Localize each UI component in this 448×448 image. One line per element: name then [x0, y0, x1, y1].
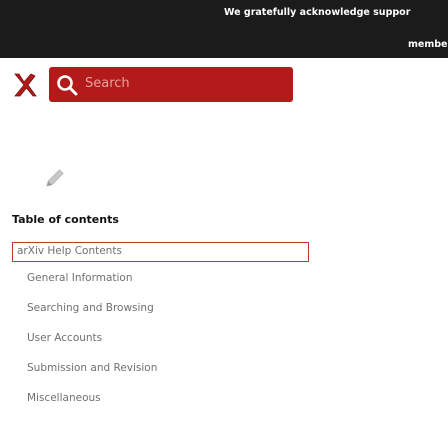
toc-root-link[interactable]: arXiv Help Contents [12, 242, 309, 262]
toc-item-miscellaneous[interactable]: Miscellaneous [27, 392, 101, 404]
arxiv-logo-icon[interactable] [11, 72, 37, 98]
top-banner: We gratefully acknowledge suppor member … [0, 0, 448, 58]
member-institutions-link[interactable]: member in [408, 39, 448, 50]
toc-item-user-accounts[interactable]: User Accounts [27, 332, 102, 344]
toc-item-general-information[interactable]: General Information [27, 272, 133, 284]
acknowledgement-text: We gratefully acknowledge suppor [224, 7, 411, 18]
toc-item-searching-and-browsing[interactable]: Searching and Browsing [27, 302, 154, 314]
toc-title: Table of contents [12, 213, 119, 226]
search-label: Search [85, 76, 130, 91]
search-icon [57, 75, 78, 96]
toc-item-submission-and-revision[interactable]: Submission and Revision [27, 362, 157, 374]
pencil-icon[interactable] [44, 167, 66, 189]
toc-root-label: arXiv Help Contents [17, 245, 122, 257]
search-button[interactable]: Search [49, 67, 293, 102]
